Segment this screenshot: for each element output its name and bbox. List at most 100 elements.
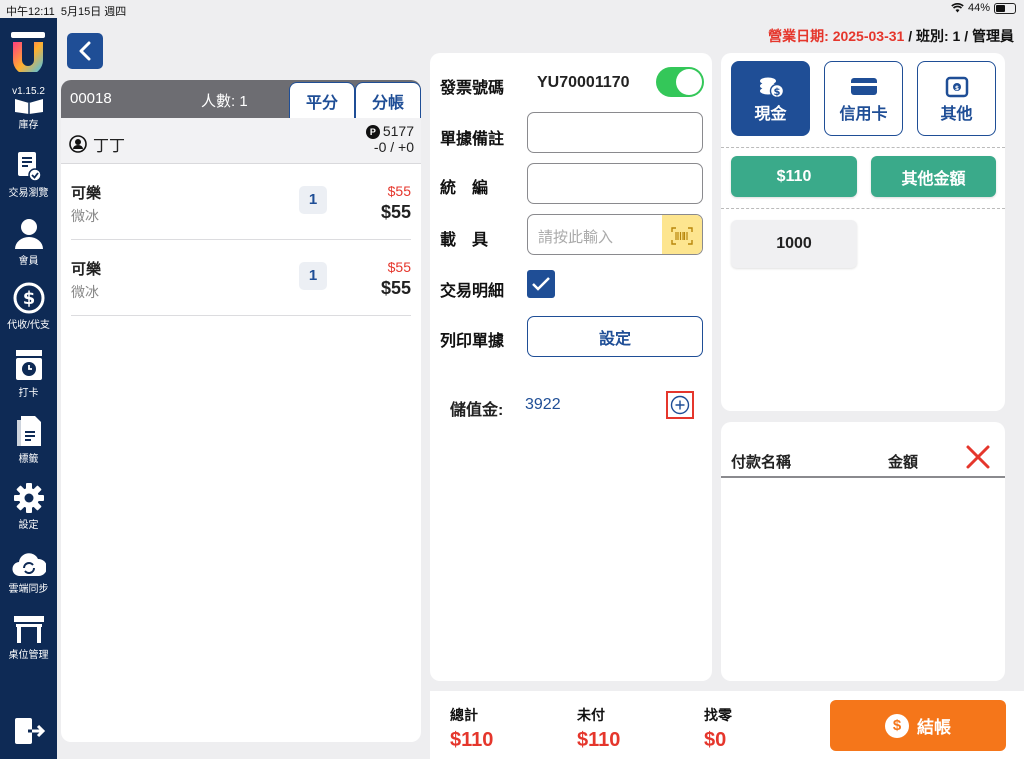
sidebar-item-labels[interactable]: 標籤 [0,414,57,465]
sidebar-label: 代收/代支 [7,320,50,331]
sidebar-item-transactions[interactable]: 交易瀏覽 [0,150,57,199]
list-item[interactable]: 可樂 微冰 1 $55 $55 [71,164,411,240]
sidebar-item-cloud-sync[interactable]: 雲端同步 [0,548,57,595]
credit-card-icon [850,78,877,95]
checkout-label: 結帳 [917,718,951,737]
svg-text:$: $ [773,87,780,98]
invoice-panel: 發票號碼 YU70001170 單據備註 統 編 載 具 請按此輸入 交易明細 … [430,53,712,681]
business-date-header: 營業日期: 2025-03-31 / 班別: 1 / 管理員 [768,26,1014,46]
barcode-scan-button[interactable] [662,215,702,254]
print-label: 列印單據 [440,333,505,350]
order-panel: 00018 人數: 1 平分 分帳 丁丁 P 5177 -0 / +0 可樂 微冰… [61,80,421,742]
payment-method-label: 信用卡 [839,106,888,123]
wallet-icon: $ [945,76,968,98]
sidebar-label: 標籤 [18,454,39,465]
other-amount-button[interactable]: 其他金額 [871,156,996,197]
order-header: 00018 人數: 1 平分 分帳 [61,80,421,118]
divider [721,147,1005,148]
item-price: $55 [380,278,411,298]
column-amount: 金額 [888,454,919,471]
print-settings-button[interactable]: 設定 [527,316,703,357]
logout-button[interactable] [0,716,57,748]
payment-method-label: 其他 [940,106,973,123]
battery-percent: 44% [967,2,990,14]
sidebar-label: 交易瀏覽 [8,188,49,199]
sidebar-item-tables[interactable]: 桌位管理 [0,614,57,661]
sidebar-label: 雲端同步 [8,584,49,595]
cash-coins-icon: $ [759,77,784,99]
points-info: P 5177 -0 / +0 [365,123,414,155]
chevron-left-icon [79,41,91,61]
sidebar-item-inventory[interactable]: 庫存 [0,94,57,131]
logout-icon [14,718,45,744]
battery-icon [994,2,1016,14]
sidebar-item-members[interactable]: 會員 [0,218,57,267]
order-number: 00018 [70,90,112,107]
clear-payments-close-icon[interactable] [965,444,991,470]
invoice-number: YU70001170 [537,74,630,91]
sidebar-item-clock-in[interactable]: 打卡 [0,348,57,399]
user-icon [69,135,87,153]
sidebar-item-settings[interactable]: 設定 [0,482,57,531]
item-note: 微冰 [71,208,99,224]
item-original-price: $55 [387,259,411,275]
sidebar-label: 設定 [18,520,39,531]
records-header: 付款名稱 金額 [721,422,1005,478]
payment-other-button[interactable]: $ 其他 [917,61,996,136]
list-item[interactable]: 可樂 微冰 1 $55 $55 [71,240,411,316]
svg-text:$: $ [954,85,958,92]
total-label: 總計 [450,707,478,723]
detail-label: 交易明細 [440,283,505,300]
change-label: 找零 [704,707,732,723]
settings-gear-icon [13,483,44,513]
total-value: $110 [450,729,494,751]
points-icon: P [365,125,380,139]
sidebar-label: 庫存 [18,120,39,131]
carrier-input[interactable]: 請按此輸入 [527,214,703,255]
checkmark-icon [532,277,550,291]
detail-checkbox[interactable] [527,270,555,298]
sidebar-item-collect-pay[interactable]: $ 代收/代支 [0,282,57,331]
tab-split-bill[interactable]: 分帳 [355,82,421,118]
remark-input[interactable] [527,112,703,153]
status-date: 5月15日 週四 [60,6,127,18]
tax-id-label: 統 編 [440,180,489,197]
unpaid-block: 未付 $110 [577,705,620,752]
checkout-button[interactable]: $ 結帳 [830,700,1006,751]
points-delta: -0 / +0 [373,139,414,155]
member-row[interactable]: 丁丁 P 5177 -0 / +0 [61,118,421,164]
collect-pay-icon: $ [13,282,44,314]
shift-info: / 班別: 1 / 管理員 [908,28,1014,44]
item-quantity[interactable]: 1 [299,262,327,290]
label-icon [16,416,41,446]
payment-method-label: 現金 [754,106,787,123]
carrier-placeholder: 請按此輸入 [538,229,614,246]
member-icon [14,219,43,249]
invoice-toggle[interactable] [656,67,704,97]
payment-records-panel: 付款名稱 金額 [721,422,1005,681]
cloud-sync-icon [12,553,46,577]
inventory-icon [14,99,43,114]
member-info: 丁丁 [69,132,125,156]
item-price: $55 [380,202,411,222]
tax-id-input[interactable] [527,163,703,204]
sidebar: v1.15.2 庫存 交易瀏覽 會員 $ 代收/代支 打卡 標籤 設定 雲端同步… [0,18,57,759]
tab-split-evenly[interactable]: 平分 [289,82,355,118]
quick-amount-button[interactable]: 1000 [731,220,857,268]
stored-value-label: 儲值金: [450,402,504,419]
status-time-date: 中午12:11 5月15日 週四 [6,3,126,19]
back-button[interactable] [67,33,103,69]
divider [721,208,1005,209]
status-bar: 中午12:11 5月15日 週四 44% [0,0,1024,18]
sidebar-label: 會員 [18,256,39,267]
stored-value-add-button[interactable] [666,391,694,419]
item-original-price: $55 [387,183,411,199]
unpaid-label: 未付 [577,707,605,723]
exact-amount-button[interactable]: $110 [731,156,857,197]
change-block: 找零 $0 [704,705,732,752]
payment-credit-card-button[interactable]: 信用卡 [824,61,903,136]
status-right: 44% [951,2,1016,14]
item-quantity[interactable]: 1 [299,186,327,214]
payment-cash-button[interactable]: $ 現金 [731,61,810,136]
dollar-coin-icon: $ [885,713,909,738]
